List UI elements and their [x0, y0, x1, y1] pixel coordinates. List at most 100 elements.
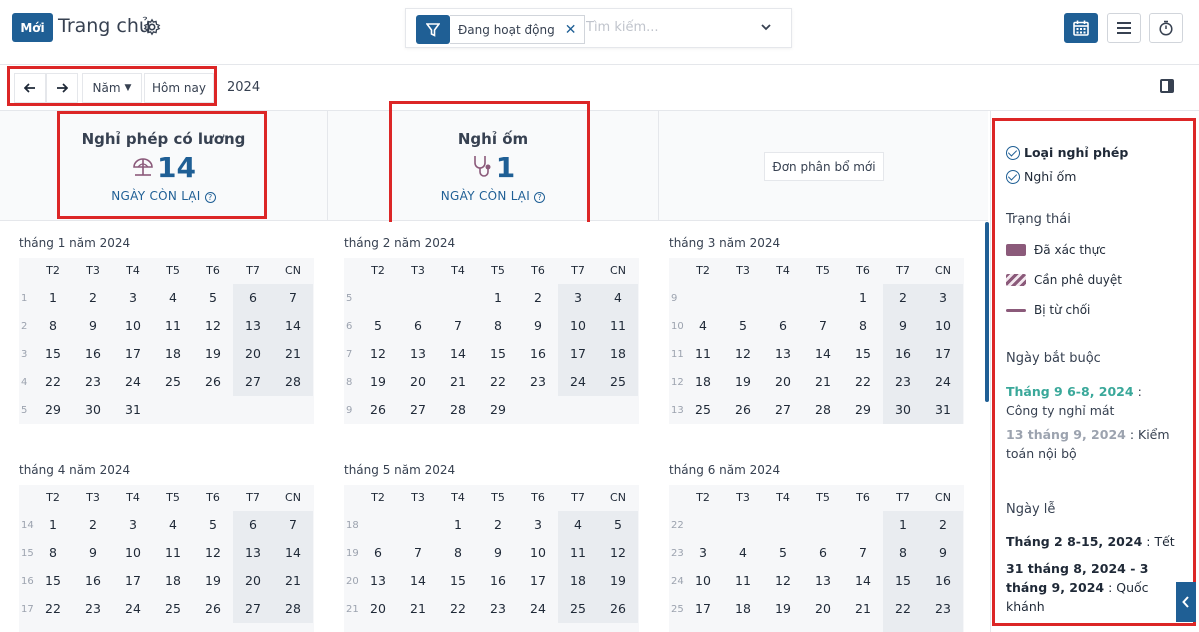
day-cell[interactable]: 7: [398, 539, 438, 567]
day-cell[interactable]: 4: [558, 511, 598, 539]
day-cell[interactable]: 17: [923, 340, 963, 368]
day-cell[interactable]: 1: [883, 511, 923, 539]
day-cell[interactable]: 17: [113, 340, 153, 368]
day-cell[interactable]: 22: [33, 368, 73, 396]
chevron-down-icon[interactable]: [758, 19, 774, 35]
day-cell[interactable]: 17: [683, 595, 723, 623]
day-cell[interactable]: 19: [193, 340, 233, 368]
list-view-button[interactable]: [1107, 13, 1141, 43]
day-cell[interactable]: 21: [398, 595, 438, 623]
day-cell[interactable]: 13: [803, 567, 843, 595]
day-cell[interactable]: 1: [438, 511, 478, 539]
day-cell[interactable]: 26: [598, 595, 638, 623]
day-cell[interactable]: 24: [113, 368, 153, 396]
day-cell[interactable]: 18: [683, 368, 723, 396]
day-cell[interactable]: 10: [518, 539, 558, 567]
day-cell[interactable]: 13: [358, 567, 398, 595]
day-cell[interactable]: 1: [33, 284, 73, 312]
day-cell[interactable]: 4: [723, 539, 763, 567]
day-cell[interactable]: 26: [193, 368, 233, 396]
day-cell[interactable]: 20: [398, 368, 438, 396]
day-cell[interactable]: 8: [883, 539, 923, 567]
day-cell[interactable]: 11: [598, 312, 638, 340]
calendar-view-button[interactable]: [1064, 13, 1098, 43]
day-cell[interactable]: 30: [883, 396, 923, 424]
day-cell[interactable]: 16: [73, 567, 113, 595]
day-cell[interactable]: 23: [73, 595, 113, 623]
day-cell[interactable]: 27: [803, 623, 843, 632]
day-cell[interactable]: 19: [193, 567, 233, 595]
day-cell[interactable]: 28: [398, 623, 438, 632]
day-cell[interactable]: 28: [273, 595, 313, 623]
day-cell[interactable]: 14: [273, 539, 313, 567]
day-cell[interactable]: 30: [923, 623, 963, 632]
day-cell[interactable]: 27: [233, 595, 273, 623]
day-cell[interactable]: 16: [883, 340, 923, 368]
day-cell[interactable]: 3: [923, 284, 963, 312]
day-cell[interactable]: 6: [763, 312, 803, 340]
day-cell[interactable]: 8: [438, 539, 478, 567]
day-cell[interactable]: 6: [398, 312, 438, 340]
day-cell[interactable]: 3: [518, 511, 558, 539]
day-cell[interactable]: 18: [153, 567, 193, 595]
day-cell[interactable]: 6: [803, 539, 843, 567]
day-cell[interactable]: 10: [113, 312, 153, 340]
day-cell[interactable]: 12: [723, 340, 763, 368]
day-cell[interactable]: 23: [923, 595, 963, 623]
day-cell[interactable]: 6: [233, 511, 273, 539]
day-cell[interactable]: 11: [683, 340, 723, 368]
day-cell[interactable]: 20: [233, 340, 273, 368]
day-cell[interactable]: 12: [358, 340, 398, 368]
day-cell[interactable]: 11: [153, 539, 193, 567]
day-cell[interactable]: 15: [33, 340, 73, 368]
day-cell[interactable]: 13: [763, 340, 803, 368]
day-cell[interactable]: 20: [803, 595, 843, 623]
day-cell[interactable]: 18: [598, 340, 638, 368]
day-cell[interactable]: 23: [883, 368, 923, 396]
day-cell[interactable]: 19: [763, 595, 803, 623]
day-cell[interactable]: 12: [193, 312, 233, 340]
day-cell[interactable]: 29: [843, 396, 883, 424]
day-cell[interactable]: 16: [923, 567, 963, 595]
day-cell[interactable]: 29: [883, 623, 923, 632]
day-cell[interactable]: 20: [233, 567, 273, 595]
day-cell[interactable]: 8: [843, 312, 883, 340]
day-cell[interactable]: 18: [723, 595, 763, 623]
day-cell[interactable]: 11: [723, 567, 763, 595]
day-cell[interactable]: 25: [153, 368, 193, 396]
day-cell[interactable]: 16: [518, 340, 558, 368]
day-cell[interactable]: 27: [233, 368, 273, 396]
day-cell[interactable]: 10: [683, 567, 723, 595]
day-cell[interactable]: 7: [438, 312, 478, 340]
day-cell[interactable]: 22: [438, 595, 478, 623]
day-cell[interactable]: 2: [73, 511, 113, 539]
day-cell[interactable]: 10: [113, 539, 153, 567]
day-cell[interactable]: 9: [923, 539, 963, 567]
day-cell[interactable]: 28: [843, 623, 883, 632]
day-cell[interactable]: 8: [33, 539, 73, 567]
day-cell[interactable]: 25: [723, 623, 763, 632]
leave-type-filter-sick[interactable]: Nghỉ ốm: [1006, 169, 1076, 184]
day-cell[interactable]: 15: [478, 340, 518, 368]
day-cell[interactable]: 26: [723, 396, 763, 424]
day-cell[interactable]: 19: [598, 567, 638, 595]
day-cell[interactable]: 31: [113, 396, 153, 424]
day-cell[interactable]: 29: [33, 623, 73, 632]
day-cell[interactable]: 3: [558, 284, 598, 312]
collapse-panel-button[interactable]: [1176, 582, 1196, 622]
day-cell[interactable]: 3: [683, 539, 723, 567]
day-cell[interactable]: 20: [358, 595, 398, 623]
day-cell[interactable]: 16: [478, 567, 518, 595]
day-cell[interactable]: 22: [843, 368, 883, 396]
day-cell[interactable]: 9: [883, 312, 923, 340]
day-cell[interactable]: 17: [518, 567, 558, 595]
day-cell[interactable]: 7: [843, 539, 883, 567]
new-allocation-button[interactable]: Đơn phân bổ mới: [764, 152, 884, 181]
day-cell[interactable]: 10: [923, 312, 963, 340]
day-cell[interactable]: 26: [763, 623, 803, 632]
day-cell[interactable]: 3: [113, 511, 153, 539]
day-cell[interactable]: 18: [153, 340, 193, 368]
day-cell[interactable]: 26: [358, 396, 398, 424]
today-button[interactable]: Hôm nay: [144, 73, 214, 103]
day-cell[interactable]: 30: [73, 396, 113, 424]
